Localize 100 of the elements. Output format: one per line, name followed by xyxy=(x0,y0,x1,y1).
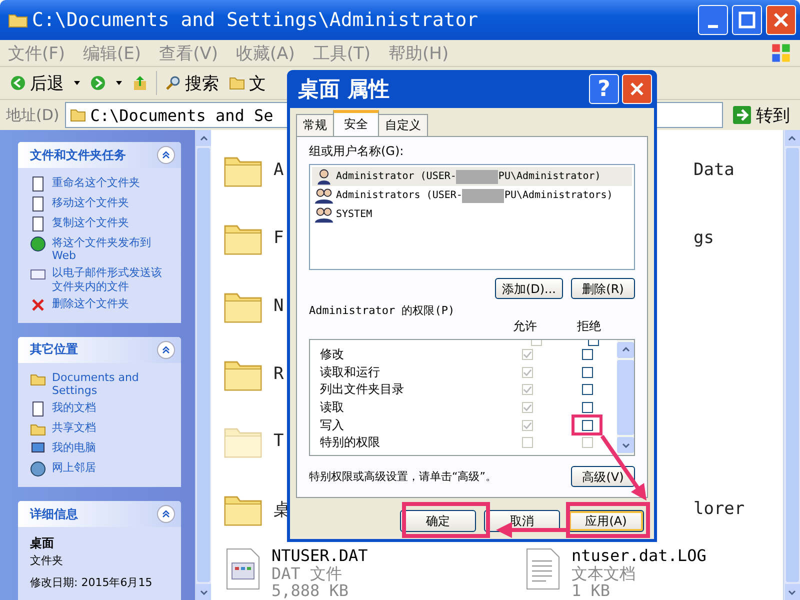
users-label: 组或用户名称(G): xyxy=(309,143,405,160)
chevron-down-icon[interactable] xyxy=(622,442,630,448)
advanced-button[interactable]: 高级(V) xyxy=(571,466,635,487)
up-folder-icon xyxy=(132,75,148,91)
dropdown-button[interactable] xyxy=(114,81,124,85)
deny-checkbox[interactable] xyxy=(582,420,592,430)
column-header: 允许 xyxy=(513,318,537,335)
windows-logo-icon xyxy=(770,42,792,64)
user-icon xyxy=(315,168,333,185)
detail-name: 桌面 xyxy=(30,535,55,552)
permission-name: 读取和运行 xyxy=(320,364,381,381)
task-link[interactable]: 我的文档 xyxy=(52,401,96,414)
chevron-up-icon[interactable] xyxy=(200,136,208,140)
double-chevron-icon xyxy=(162,346,170,354)
double-chevron-icon xyxy=(162,151,170,159)
scrollbar[interactable] xyxy=(194,130,212,600)
document-icon xyxy=(30,216,46,232)
detail-date: 修改日期: 2015年6月15 xyxy=(30,575,154,590)
search-icon xyxy=(165,75,181,91)
back-button[interactable]: 后退 xyxy=(8,72,66,94)
window-title: C:\Documents and Settings\Administrator xyxy=(32,9,478,31)
document-icon xyxy=(30,196,46,212)
task-link[interactable]: 将这个文件夹发布到 Web xyxy=(52,236,173,262)
task-link[interactable]: 删除这个文件夹 xyxy=(52,296,129,310)
column-header: 拒绝 xyxy=(577,318,601,335)
apply-button[interactable]: 应用(A) xyxy=(568,510,644,532)
go-button[interactable]: 转到 xyxy=(729,104,794,126)
panel-title: 文件和文件夹任务 xyxy=(30,146,126,164)
scrollbar[interactable] xyxy=(783,130,800,600)
task-link[interactable]: 复制这个文件夹 xyxy=(52,216,129,230)
permission-name: 读取 xyxy=(320,398,345,416)
tab[interactable]: 自定义 xyxy=(378,114,428,136)
highlight-frame xyxy=(572,414,602,436)
ok-button[interactable]: 确定 xyxy=(400,510,476,532)
user-row[interactable]: Administrators (USER- PU\Administrators) xyxy=(312,186,632,205)
forward-button[interactable] xyxy=(88,75,108,91)
caret-icon xyxy=(74,81,80,85)
users-icon xyxy=(315,206,333,223)
collapse-button[interactable] xyxy=(156,340,175,359)
deny-checkbox[interactable] xyxy=(582,402,592,413)
help-button[interactable]: ? xyxy=(589,74,619,104)
users-icon xyxy=(315,187,333,204)
go-arrow-icon xyxy=(733,106,751,124)
file-name[interactable]: gs xyxy=(693,228,714,248)
collapse-button[interactable] xyxy=(156,505,175,524)
remove-button[interactable]: 删除(R) xyxy=(571,278,635,299)
chevron-down-icon[interactable] xyxy=(788,590,796,594)
delete-icon xyxy=(30,296,46,313)
chevron-up-icon[interactable] xyxy=(788,136,796,140)
folders-button[interactable]: 文 xyxy=(227,72,268,94)
folder-icon xyxy=(8,12,28,28)
address-value: C:\Documents and Se xyxy=(90,106,274,124)
close-icon xyxy=(628,80,646,98)
task-link[interactable]: 我的电脑 xyxy=(52,441,96,454)
panel-title: 详细信息 xyxy=(30,506,78,523)
close-button[interactable] xyxy=(622,74,652,104)
address-label: 地址(D) xyxy=(6,106,60,124)
deny-checkbox[interactable] xyxy=(582,366,592,378)
file-name[interactable]: NTUSER.DAT xyxy=(271,547,368,565)
advanced-note: 特别权限或高级设置，请单击“高级”。 xyxy=(309,469,496,484)
task-link[interactable]: 移动这个文件夹 xyxy=(52,196,129,210)
chevron-up-icon[interactable] xyxy=(622,347,630,352)
document-icon xyxy=(30,401,46,418)
add-button[interactable]: 添加(D)... xyxy=(494,278,563,299)
task-link[interactable]: Documents and Settings xyxy=(52,370,173,398)
panel-title: 其它位置 xyxy=(30,341,78,358)
deny-checkbox[interactable] xyxy=(582,384,592,396)
file-name[interactable]: lorer xyxy=(693,499,745,520)
file-name[interactable]: Data xyxy=(693,160,734,180)
permission-name: 列出文件夹目录 xyxy=(320,381,405,398)
minimize-button[interactable] xyxy=(698,5,728,35)
dropdown-button[interactable] xyxy=(72,81,82,85)
permissions-label: Administrator 的权限(P) xyxy=(309,302,456,318)
minimize-icon xyxy=(708,24,718,28)
user-row[interactable]: Administrator (USER- PU\Administrator) xyxy=(312,167,632,186)
double-chevron-icon xyxy=(162,510,170,518)
permission-name: 特别的权限 xyxy=(320,434,381,452)
file-size: 1 KB xyxy=(571,582,611,600)
user-row[interactable]: SYSTEM xyxy=(312,205,632,224)
task-link[interactable]: 网上邻居 xyxy=(52,461,96,474)
detail-type: 文件夹 xyxy=(30,553,64,568)
dialog-title: 桌面 属性 xyxy=(298,76,390,103)
maximize-button[interactable] xyxy=(732,5,762,35)
collapse-button[interactable] xyxy=(156,146,175,164)
caret-icon xyxy=(116,81,122,85)
close-icon xyxy=(771,10,791,30)
tab[interactable]: 常规 xyxy=(296,114,334,136)
document-icon xyxy=(30,176,46,192)
file-name[interactable]: ntuser.dat.LOG xyxy=(571,547,706,565)
tab[interactable]: 安全 xyxy=(333,110,379,136)
close-button[interactable] xyxy=(766,5,796,35)
scrollbar[interactable] xyxy=(617,340,634,455)
chevron-down-icon[interactable] xyxy=(200,590,208,594)
task-link[interactable]: 重命名这个文件夹 xyxy=(52,176,140,190)
file-type: DAT 文件 xyxy=(271,564,343,582)
deny-checkbox[interactable] xyxy=(582,349,592,360)
task-link[interactable]: 共享文档 xyxy=(52,421,96,434)
file-size: 5,888 KB xyxy=(271,582,350,600)
search-button[interactable]: 搜索 xyxy=(163,72,221,94)
task-link[interactable]: 以电子邮件形式发送该文件夹内的文件 xyxy=(52,266,173,293)
